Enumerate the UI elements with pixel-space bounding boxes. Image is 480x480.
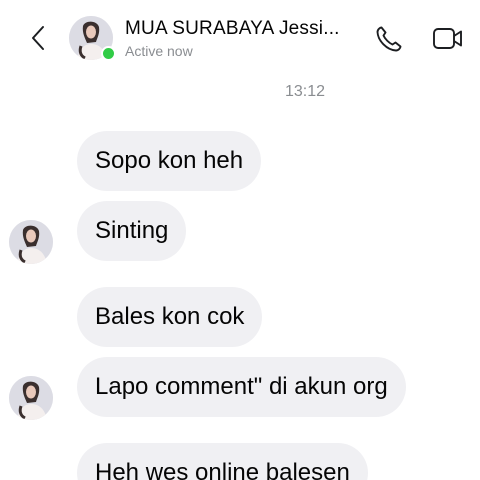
- voice-call-button[interactable]: [372, 22, 406, 56]
- sender-avatar[interactable]: [9, 220, 53, 264]
- active-status: Active now: [125, 43, 193, 59]
- message-bubble[interactable]: Lapo comment" di akun org: [77, 357, 406, 417]
- message-bubble[interactable]: Sopo kon heh: [77, 131, 262, 191]
- phone-icon: [376, 26, 402, 52]
- chevron-left-icon: [32, 26, 44, 50]
- contact-name[interactable]: MUA SURABAYA Jessi...: [125, 18, 365, 40]
- sender-avatar[interactable]: [9, 376, 53, 420]
- message-bubble[interactable]: Sinting: [77, 201, 187, 261]
- video-camera-icon: [433, 28, 462, 49]
- contact-avatar[interactable]: [69, 16, 116, 61]
- video-call-button[interactable]: [431, 24, 465, 54]
- online-status-dot: [101, 46, 116, 61]
- message-bubble[interactable]: Bales kon cok: [77, 287, 263, 347]
- message-timestamp: 13:12: [284, 83, 326, 100]
- chat-header: MUA SURABAYA Jessi... Active now: [0, 0, 480, 76]
- message-bubble[interactable]: Heh wes online balesen: [77, 443, 368, 480]
- back-button[interactable]: [24, 22, 52, 54]
